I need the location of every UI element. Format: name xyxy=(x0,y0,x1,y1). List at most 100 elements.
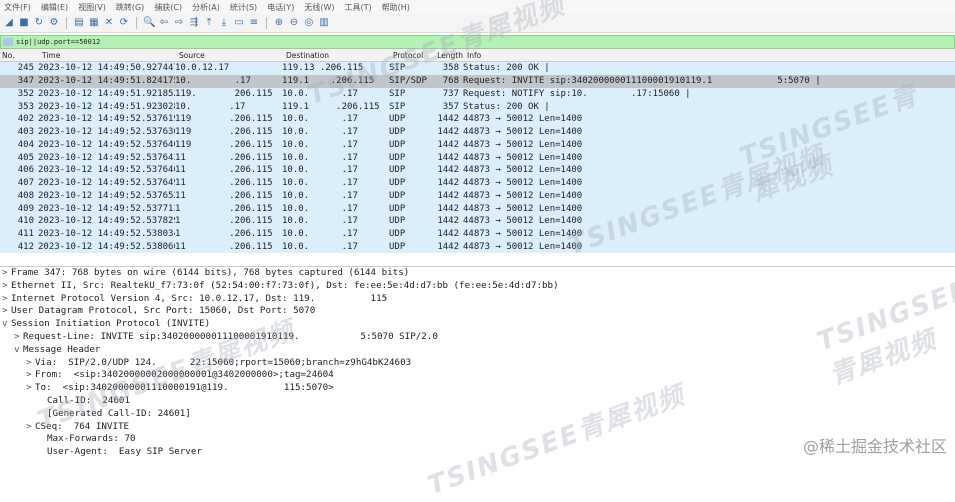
packet-cell-time: 2023-10-12 14:49:52.537619 xyxy=(38,114,175,125)
detail-tree-item[interactable]: v Message Header xyxy=(0,344,955,357)
collapsed-arrow-icon[interactable]: > xyxy=(2,280,11,293)
packet-cell-proto: UDP xyxy=(389,190,406,201)
packet-cell-no: 407 xyxy=(17,178,34,189)
zoom-in-icon[interactable]: ⊕ xyxy=(273,17,285,29)
detail-tree-item[interactable]: [Generated Call-ID: 24601] xyxy=(0,408,955,421)
packet-cell-info: 44873 → 50012 Len=1400 xyxy=(463,216,583,227)
packet-cell-len: 1442 xyxy=(437,178,459,189)
packet-cell-src: 10. .17 xyxy=(175,101,246,112)
packet-row[interactable]: 409 2023-10-12 14:49:52.537713 1 .206.115 1… xyxy=(0,202,955,215)
menu-item[interactable]: 捕获(C) xyxy=(154,2,182,13)
last-packet-icon[interactable]: ⤓ xyxy=(218,17,230,29)
reload-icon[interactable]: ⟳ xyxy=(118,17,130,29)
detail-text: Message Header xyxy=(23,343,101,355)
bookmark-icon[interactable] xyxy=(3,38,13,46)
menu-item[interactable]: 分析(A) xyxy=(192,2,220,13)
close-file-icon[interactable]: ✕ xyxy=(103,17,115,29)
menu-item[interactable]: 编辑(E) xyxy=(41,2,68,13)
first-packet-icon[interactable]: ⤒ xyxy=(203,17,215,29)
collapsed-arrow-icon[interactable]: > xyxy=(2,305,11,318)
packet-cell-dst: 10.0. .17 xyxy=(282,229,358,240)
autoscroll-icon[interactable]: ▭ xyxy=(233,17,245,29)
packet-cell-src: 11 .206.115 xyxy=(175,190,273,201)
menu-item[interactable]: 帮助(H) xyxy=(382,2,410,13)
packet-cell-time: 2023-10-12 14:49:50.927447 xyxy=(38,63,175,74)
restart-icon[interactable]: ↻ xyxy=(33,17,45,29)
packet-cell-src: 1 .206.115 xyxy=(175,229,273,240)
menu-item[interactable]: 视图(V) xyxy=(78,2,106,13)
column-source[interactable]: Source xyxy=(179,51,286,60)
packet-row[interactable]: 412 2023-10-12 14:49:52.538066 11 .206.115… xyxy=(0,240,955,254)
expanded-arrow-icon[interactable]: v xyxy=(14,344,23,357)
packet-cell-len: 768 xyxy=(442,76,459,87)
column-time[interactable]: Time xyxy=(42,51,179,60)
packet-cell-time: 2023-10-12 14:49:51.923028 xyxy=(38,101,175,112)
collapsed-arrow-icon[interactable]: > xyxy=(2,267,11,280)
packet-cell-no: 353 xyxy=(17,101,34,112)
detail-tree-item[interactable]: v Session Initiation Protocol (INVITE) xyxy=(0,318,955,331)
menu-item[interactable]: 跳转(G) xyxy=(116,2,144,13)
collapsed-arrow-icon[interactable]: > xyxy=(26,369,35,382)
stop-icon[interactable]: ■ xyxy=(18,17,30,29)
packet-cell-len: 737 xyxy=(442,88,459,99)
menu-item[interactable]: 工具(T) xyxy=(344,2,371,13)
menu-item[interactable]: 文件(F) xyxy=(4,2,31,13)
packet-row[interactable]: 245 2023-10-12 14:49:50.927447 10.0.12.17 1… xyxy=(0,62,955,75)
packet-cell-dst: 10.0. .17 xyxy=(282,139,358,150)
detail-tree-item[interactable]: > Request-Line: INVITE sip:34020000001110… xyxy=(0,331,955,344)
packet-cell-proto: UDP xyxy=(389,165,406,176)
column-no[interactable]: No. xyxy=(0,51,42,60)
back-icon[interactable]: ⇦ xyxy=(158,17,170,29)
menu-item[interactable]: 电话(Y) xyxy=(267,2,294,13)
packet-cell-proto: UDP xyxy=(389,216,406,227)
options-icon[interactable]: ⚙ xyxy=(48,17,60,29)
zoom-out-icon[interactable]: ⊖ xyxy=(288,17,300,29)
open-file-icon[interactable]: ▤ xyxy=(73,17,85,29)
packet-cell-no: 403 xyxy=(17,127,34,138)
forward-icon[interactable]: ⇨ xyxy=(173,17,185,29)
packet-cell-src: 11 .206.115 xyxy=(175,178,273,189)
packet-row[interactable]: 410 2023-10-12 14:49:52.537829 1 .206.115 1… xyxy=(0,215,955,228)
menu-item[interactable]: 无线(W) xyxy=(304,2,334,13)
packet-cell-proto: UDP xyxy=(389,241,406,252)
detail-text: Frame 347: 768 bytes on wire (6144 bits)… xyxy=(11,267,410,278)
packet-cell-info: 44873 → 50012 Len=1400 xyxy=(463,229,583,240)
packet-cell-no: 402 xyxy=(17,114,34,125)
packet-row[interactable]: 352 2023-10-12 14:49:51.921852 119. 206.11… xyxy=(0,87,955,101)
packet-cell-len: 1442 xyxy=(437,152,459,163)
packet-cell-no: 410 xyxy=(17,216,34,227)
collapsed-arrow-icon[interactable]: > xyxy=(2,293,11,306)
detail-tree-item[interactable]: > User Datagram Protocol, Src Port: 15060… xyxy=(0,305,955,318)
packet-cell-no: 352 xyxy=(17,88,34,99)
detail-text: Session Initiation Protocol (INVITE) xyxy=(11,318,211,330)
packet-cell-dst: 10.0. .17 xyxy=(282,241,358,252)
collapsed-arrow-icon[interactable]: > xyxy=(26,421,35,434)
packet-cell-src: 1 .206.115 xyxy=(175,216,273,227)
menu-item[interactable]: 统计(S) xyxy=(230,2,257,13)
packet-cell-src: 10. .17 xyxy=(175,76,251,87)
packet-cell-len: 1442 xyxy=(437,203,459,214)
display-filter-input[interactable]: sip||udp.port==50012 xyxy=(16,38,100,46)
packet-cell-len: 1442 xyxy=(437,190,459,201)
detail-tree-item[interactable]: > Internet Protocol Version 4, Src: 10.0.… xyxy=(0,293,955,306)
goto-packet-icon[interactable]: ⇶ xyxy=(188,17,200,29)
packet-row[interactable]: 408 2023-10-12 14:49:52.537652 11 .206.115… xyxy=(0,189,955,203)
column-info[interactable]: Info xyxy=(467,51,955,60)
packet-cell-src: 119 .206.115 xyxy=(175,127,273,138)
detail-tree-item[interactable]: > Frame 347: 768 bytes on wire (6144 bits… xyxy=(0,267,955,280)
collapsed-arrow-icon[interactable]: > xyxy=(26,382,35,395)
expanded-arrow-icon[interactable]: v xyxy=(2,318,11,331)
collapsed-arrow-icon[interactable]: > xyxy=(26,357,35,370)
packet-row[interactable]: 411 2023-10-12 14:49:52.538034 1 .206.115 1… xyxy=(0,227,955,241)
detail-tree-item[interactable]: > CSeq: 764 INVITE xyxy=(0,421,955,434)
packet-row[interactable]: 347 2023-10-12 14:49:51.824175 10. .17 119.… xyxy=(0,74,955,88)
shark-fin-start-icon[interactable]: ◢ xyxy=(3,17,15,29)
packet-cell-time: 2023-10-12 14:49:52.537646 xyxy=(38,165,175,176)
zoom-reset-icon[interactable]: ◎ xyxy=(303,17,315,29)
collapsed-arrow-icon[interactable]: > xyxy=(14,331,23,344)
colorize-icon[interactable]: ≡ xyxy=(248,17,260,29)
resize-columns-icon[interactable]: ▥ xyxy=(318,17,330,29)
find-icon[interactable]: 🔍 xyxy=(143,17,155,29)
save-file-icon[interactable]: ▦ xyxy=(88,17,100,29)
detail-tree-item[interactable]: > Ethernet II, Src: RealtekU_f7:73:0f (52… xyxy=(0,280,955,293)
